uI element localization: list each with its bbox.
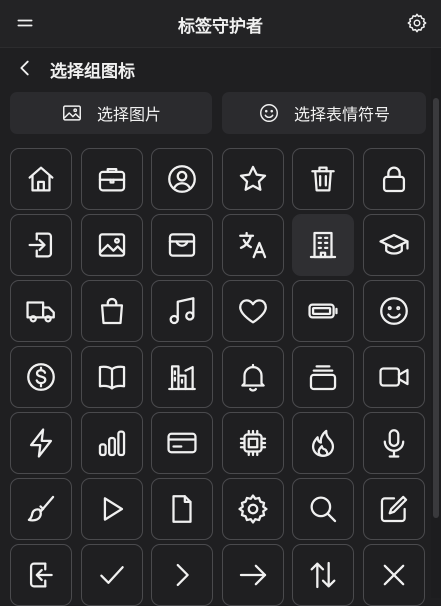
- icon-option-bar-chart[interactable]: [80, 412, 143, 474]
- lock-icon: [382, 166, 405, 193]
- icon-option-graduation-cap[interactable]: [362, 214, 425, 276]
- play-icon: [103, 497, 123, 521]
- shopping-bag-icon: [100, 297, 123, 325]
- dollar-icon: [27, 363, 55, 391]
- inbox-icon: [168, 233, 196, 257]
- smile-icon: [379, 297, 408, 325]
- check-icon: [99, 566, 124, 584]
- icon-option-shopping-bag[interactable]: [80, 280, 143, 342]
- truck-icon: [26, 301, 55, 323]
- icon-option-lock[interactable]: [362, 148, 425, 210]
- search-icon: [310, 496, 337, 523]
- app-title: 标签守护者: [178, 17, 263, 37]
- select-image-button[interactable]: 选择图片: [10, 92, 212, 134]
- user-circle-icon: [168, 165, 196, 193]
- icon-option-chart-building[interactable]: [151, 346, 213, 408]
- battery-icon: [308, 303, 338, 319]
- translate-icon: [238, 231, 266, 259]
- book-open-icon: [98, 365, 125, 390]
- briefcase-icon: [98, 167, 125, 192]
- bar-chart-icon: [98, 430, 125, 457]
- fire-icon: [311, 429, 335, 457]
- icon-option-image[interactable]: [80, 214, 143, 276]
- arrows-up-down-icon: [310, 561, 336, 589]
- credit-card-icon: [167, 432, 197, 454]
- title-bar: 标签守护者: [0, 0, 441, 48]
- icon-option-arrows-up-down[interactable]: [292, 544, 354, 606]
- music-icon: [169, 297, 195, 325]
- back-chevron-icon[interactable]: [14, 57, 36, 79]
- icon-option-battery[interactable]: [292, 280, 354, 342]
- icon-option-play[interactable]: [80, 478, 143, 540]
- login-icon: [28, 232, 53, 258]
- icon-option-star[interactable]: [221, 148, 284, 210]
- star-icon: [239, 165, 266, 191]
- icon-option-music[interactable]: [151, 280, 213, 342]
- sub-header: 选择组图标: [0, 48, 430, 88]
- select-image-label: 选择图片: [96, 105, 161, 124]
- icon-option-microphone[interactable]: [362, 412, 425, 474]
- chevron-right-icon: [176, 563, 189, 587]
- archive-box-icon: [309, 365, 337, 391]
- icon-option-fire[interactable]: [292, 412, 354, 474]
- trash-icon: [311, 166, 335, 192]
- icon-option-login[interactable]: [10, 214, 72, 276]
- icon-option-cpu-chip[interactable]: [221, 412, 284, 474]
- video-icon: [378, 367, 409, 387]
- icon-option-smile[interactable]: [362, 280, 425, 342]
- icon-option-lightning[interactable]: [10, 412, 72, 474]
- icon-option-edit[interactable]: [362, 478, 425, 540]
- icon-option-gear[interactable]: [221, 478, 284, 540]
- smile-icon: [260, 104, 278, 122]
- page-title: 选择组图标: [50, 62, 135, 82]
- icon-option-inbox[interactable]: [151, 214, 213, 276]
- icon-option-document[interactable]: [151, 478, 213, 540]
- graduation-cap-icon: [378, 233, 409, 255]
- icon-option-dollar[interactable]: [10, 346, 72, 408]
- lightning-icon: [29, 428, 53, 458]
- document-icon: [172, 495, 192, 523]
- icon-option-user-circle[interactable]: [151, 148, 213, 210]
- icon-option-archive-box[interactable]: [292, 346, 354, 408]
- x-icon: [383, 564, 404, 586]
- icon-option-building[interactable]: [292, 214, 354, 276]
- icon-option-trash[interactable]: [292, 148, 354, 210]
- icon-grid: [10, 148, 425, 606]
- icon-option-translate[interactable]: [221, 214, 284, 276]
- icon-option-briefcase[interactable]: [80, 148, 143, 210]
- image-icon: [98, 233, 125, 257]
- icon-option-arrow-right[interactable]: [221, 544, 284, 606]
- scrollbar-thumb[interactable]: [433, 98, 439, 518]
- icon-option-book-open[interactable]: [80, 346, 143, 408]
- icon-option-brush[interactable]: [10, 478, 72, 540]
- chart-building-icon: [168, 365, 196, 391]
- cpu-chip-icon: [239, 429, 266, 457]
- icon-option-bell[interactable]: [221, 346, 284, 408]
- brush-icon: [27, 495, 55, 522]
- select-emoji-button[interactable]: 选择表情符号: [222, 92, 426, 134]
- home-icon: [28, 166, 54, 192]
- icon-option-check[interactable]: [80, 544, 143, 606]
- icon-option-credit-card[interactable]: [151, 412, 213, 474]
- icon-option-truck[interactable]: [10, 280, 72, 342]
- gear-icon[interactable]: [406, 12, 428, 34]
- icon-option-home[interactable]: [10, 148, 72, 210]
- icon-option-logout[interactable]: [10, 544, 72, 606]
- icon-option-video[interactable]: [362, 346, 425, 408]
- select-emoji-label: 选择表情符号: [293, 105, 390, 124]
- arrow-right-icon: [239, 564, 266, 586]
- microphone-icon: [383, 429, 404, 458]
- gear-icon: [237, 494, 268, 524]
- heart-icon: [238, 299, 267, 324]
- icon-option-heart[interactable]: [221, 280, 284, 342]
- icon-option-chevron-right[interactable]: [151, 544, 213, 606]
- edit-icon: [380, 495, 407, 523]
- scrollbar[interactable]: [431, 48, 441, 598]
- icon-option-search[interactable]: [292, 478, 354, 540]
- icon-option-x[interactable]: [362, 544, 425, 606]
- logout-icon: [29, 562, 53, 588]
- bell-icon: [240, 363, 265, 392]
- building-icon: [309, 231, 337, 259]
- image-icon: [63, 105, 81, 121]
